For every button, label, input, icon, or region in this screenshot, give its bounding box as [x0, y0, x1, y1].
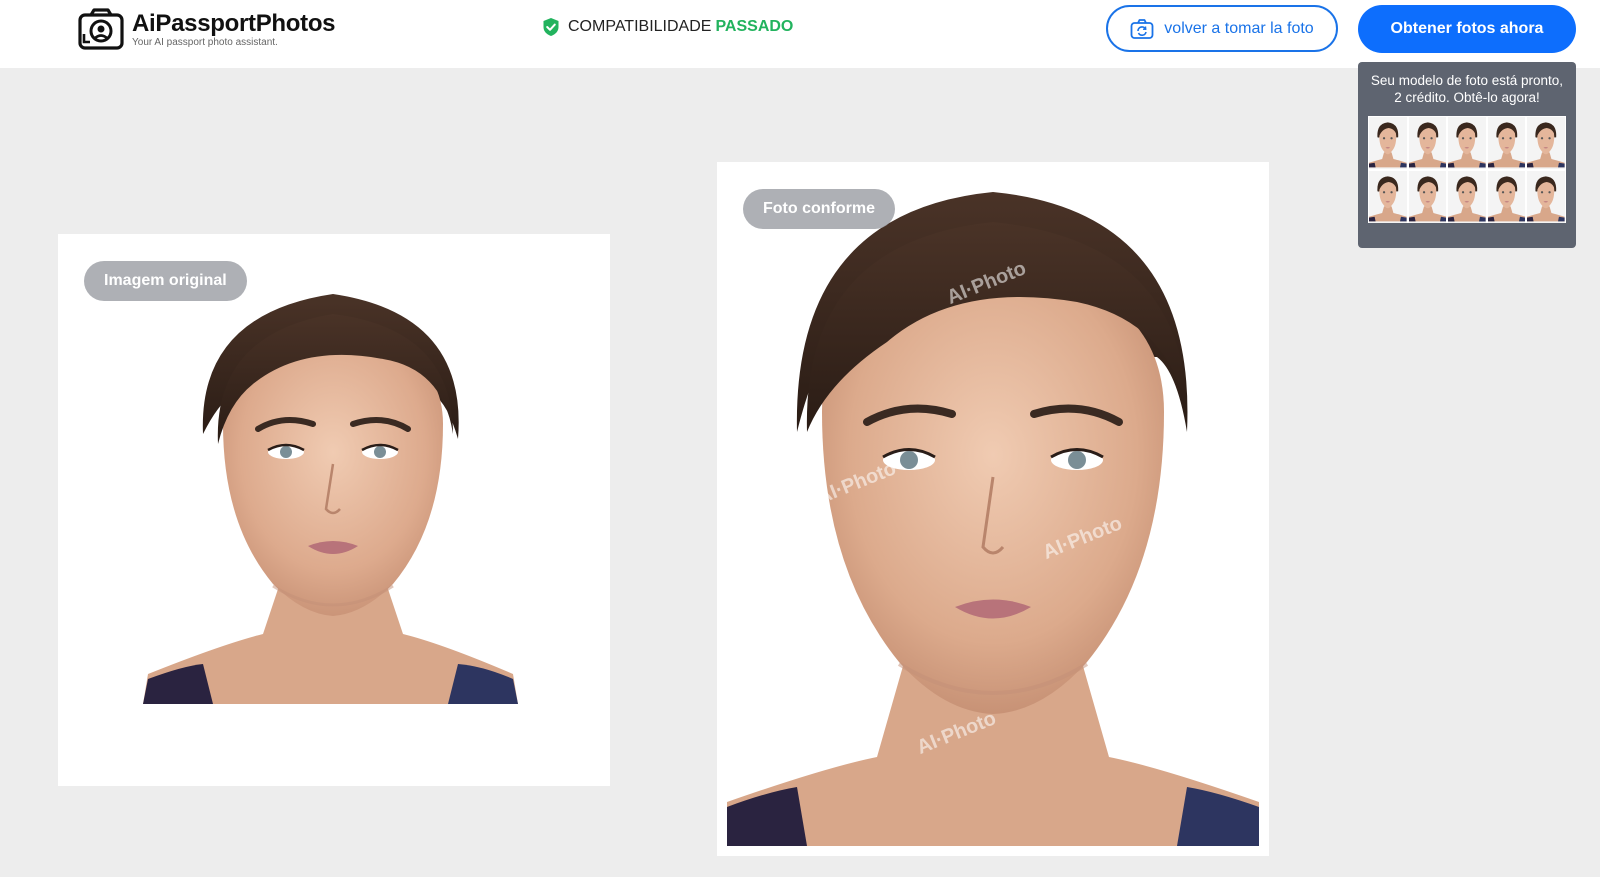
camera-rotate-icon [1130, 18, 1154, 39]
original-portrait-image [143, 294, 518, 704]
photo-thumbnail [1369, 117, 1407, 169]
photo-thumbnail [1448, 171, 1486, 223]
photo-thumbnail [1527, 117, 1565, 169]
photo-thumbnail [1448, 117, 1486, 169]
original-image-card: Imagem original [58, 234, 610, 786]
compatibility-status: COMPATIBILIDADE PASSADO [542, 17, 793, 37]
logo-tagline: Your AI passport photo assistant. [132, 36, 278, 48]
get-photos-button[interactable]: Obtener fotos ahora [1358, 5, 1576, 53]
get-photos-label: Obtener fotos ahora [1390, 20, 1544, 37]
camera-face-icon [78, 8, 124, 50]
retake-photo-button[interactable]: volver a tomar la foto [1106, 5, 1338, 52]
compat-label: COMPATIBILIDADE [568, 18, 712, 35]
photo-thumbnail [1487, 171, 1526, 223]
compliant-photo-badge: Foto conforme [743, 189, 895, 229]
photo-thumbnail [1527, 171, 1565, 223]
photo-thumbnail [1487, 117, 1526, 169]
photo-thumbnail [1408, 171, 1447, 223]
compliant-photo-card: AI·Photo AI·Photo AI·Photo AI·Photo Foto… [717, 162, 1269, 856]
photo-thumbnail [1408, 117, 1447, 169]
photo-sheet-preview [1368, 116, 1566, 223]
shield-check-icon [543, 18, 559, 36]
logo-title: AiPassportPhotos [132, 9, 336, 37]
compat-status-badge: PASSADO [715, 18, 794, 35]
top-header: AiPassportPhotos Your AI passport photo … [0, 0, 1600, 68]
popup-message: Seu modelo de foto está pronto, 2 crédit… [1370, 73, 1564, 105]
template-ready-popup[interactable]: Seu modelo de foto está pronto, 2 crédit… [1358, 62, 1576, 248]
retake-photo-label: volver a tomar la foto [1164, 19, 1314, 37]
original-image-badge: Imagem original [84, 261, 247, 301]
photo-thumbnail [1369, 171, 1407, 223]
logo[interactable]: AiPassportPhotos Your AI passport photo … [78, 8, 336, 50]
